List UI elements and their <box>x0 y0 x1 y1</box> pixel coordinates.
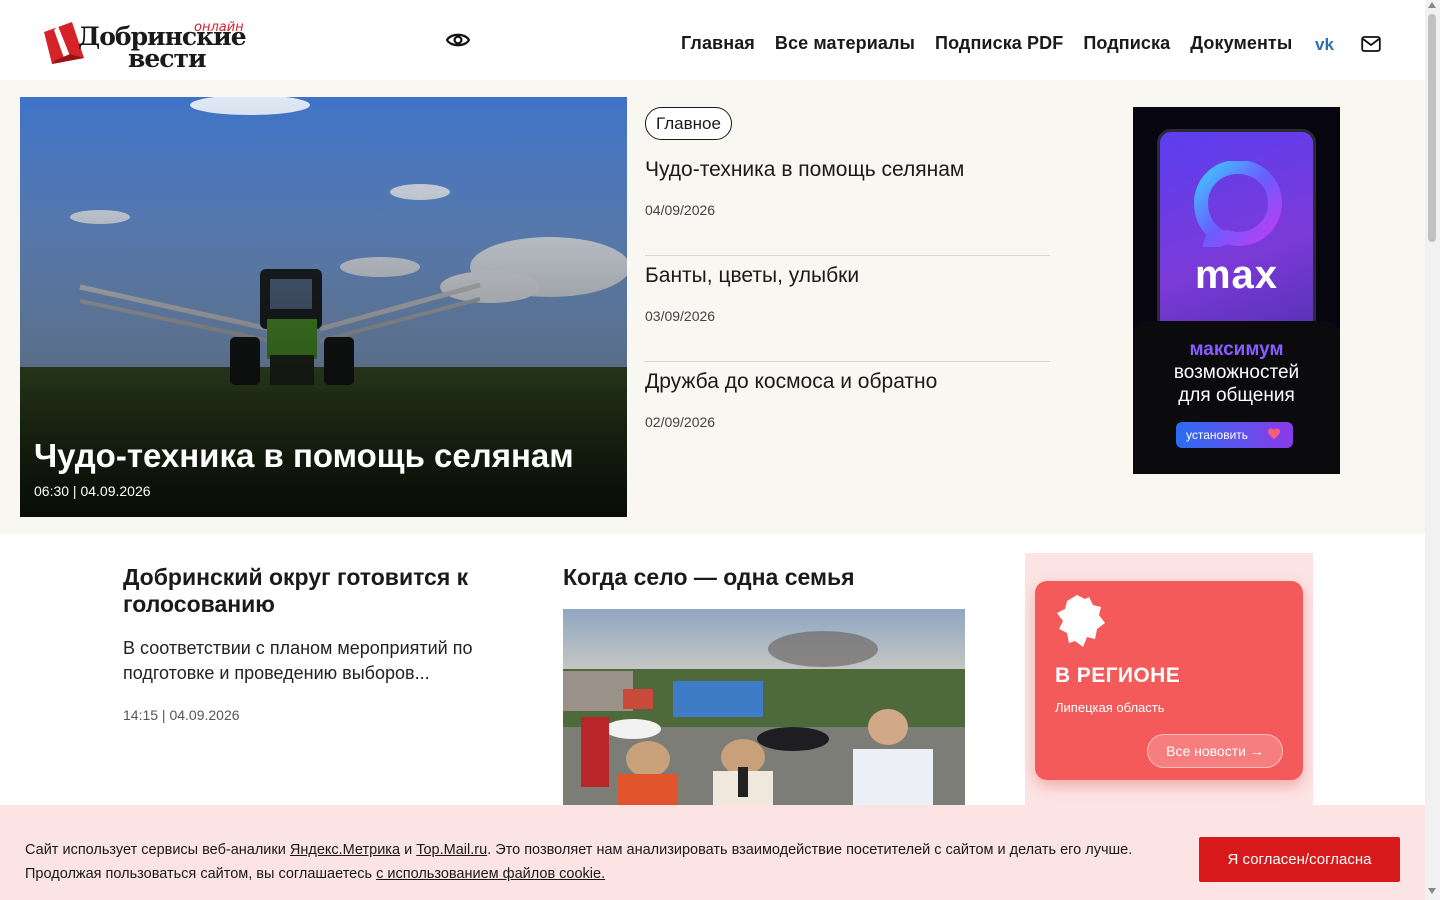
nav-item-home[interactable]: Главная <box>681 33 755 54</box>
logo-line2: вести <box>128 44 207 73</box>
card1-meta: 14:15 | 04.09.2026 <box>123 707 240 723</box>
cookie-link-topmail[interactable]: Top.Mail.ru <box>416 842 487 858</box>
cookie-text: Сайт использует сервисы веб-аналики Янде… <box>25 838 1185 886</box>
eye-icon[interactable] <box>446 30 470 50</box>
nav-item-pdf-subscription[interactable]: Подписка PDF <box>935 33 1063 54</box>
hero-meta: 06:30 | 04.09.2026 <box>34 483 151 499</box>
heart-icon <box>1268 428 1280 439</box>
nav-item-documents[interactable]: Документы <box>1190 33 1292 54</box>
news-date: 04/09/2026 <box>645 202 716 218</box>
ad-line2b: для общения <box>1178 385 1295 406</box>
card2-image[interactable] <box>563 609 965 805</box>
news-title[interactable]: Дружба до космоса и обратно <box>645 370 937 394</box>
ad-install-label: установить <box>1186 428 1249 442</box>
cookie-text-and: и <box>400 842 417 858</box>
cookie-accept-button[interactable]: Я согласен/согласна <box>1199 837 1400 882</box>
list-item[interactable]: Чудо-техника в помощь селянам 04/09/2026 <box>645 150 1050 256</box>
nav-item-all-materials[interactable]: Все материалы <box>775 33 915 54</box>
ad-line2a: возможностей <box>1173 362 1300 383</box>
hero-article[interactable]: Чудо-техника в помощь селянам 06:30 | 04… <box>20 97 627 517</box>
region-title: В РЕГИОНЕ <box>1055 664 1181 687</box>
card1-title[interactable]: Добринский округ готовится к голосованию <box>123 564 523 618</box>
scroll-up-arrow-icon[interactable] <box>1428 2 1436 8</box>
region-all-news-button[interactable]: Все новости → <box>1147 734 1283 768</box>
scroll-down-arrow-icon[interactable] <box>1428 888 1436 894</box>
list-item[interactable]: Дружба до космоса и обратно 02/09/2026 <box>645 362 1050 468</box>
cookie-text-before: Сайт использует сервисы веб-аналики <box>25 842 290 858</box>
cookie-text-line2: Продолжая пользоваться сайтом, вы соглаш… <box>25 866 377 882</box>
region-subtitle: Липецкая область <box>1055 700 1165 715</box>
card2-title[interactable]: Когда село — одна семья <box>563 564 965 591</box>
cookie-text-after: . Это позволяет нам анализировать взаимо… <box>487 842 1133 858</box>
list-item[interactable]: Банты, цветы, улыбки 03/09/2026 <box>645 256 1050 362</box>
max-logo-icon <box>1193 161 1283 247</box>
cookie-link-policy[interactable]: с использованием файлов cookie. <box>376 866 605 882</box>
main-nav: Главная Все материалы Подписка PDF Подпи… <box>681 33 1312 54</box>
nav-item-subscription[interactable]: Подписка <box>1083 33 1170 54</box>
card1-text: В соответствии с планом мероприятий по п… <box>123 638 473 683</box>
card2-photo <box>563 609 965 805</box>
news-title[interactable]: Чудо-техника в помощь селянам <box>645 158 964 182</box>
hero-title[interactable]: Чудо-техника в помощь селянам <box>34 437 574 475</box>
ad-line2: возможностей для общения <box>1133 361 1340 407</box>
ad-banner[interactable]: max максимум возможностей для общения ус… <box>1133 107 1340 474</box>
scrollbar-thumb[interactable] <box>1428 14 1436 242</box>
news-title[interactable]: Банты, цветы, улыбки <box>645 264 859 288</box>
site-header: онлайн Добринские вести Главная Все мате… <box>0 0 1425 80</box>
news-date: 03/09/2026 <box>645 308 716 324</box>
vk-icon[interactable]: vk <box>1315 34 1339 54</box>
region-map-icon <box>1057 595 1105 647</box>
svg-text:vk: vk <box>1315 35 1334 54</box>
news-date: 02/09/2026 <box>645 414 716 430</box>
ad-brand: max <box>1194 253 1279 297</box>
ad-install-button[interactable]: установить <box>1176 422 1293 448</box>
main-news-list: Чудо-техника в помощь селянам 04/09/2026… <box>645 150 1050 468</box>
ad-line1: максимум <box>1189 339 1284 360</box>
site-logo[interactable]: онлайн Добринские вести <box>42 18 247 74</box>
main-news-tag[interactable]: Главное <box>645 107 732 140</box>
cookie-link-yandex[interactable]: Яндекс.Метрика <box>290 842 400 858</box>
mail-icon[interactable] <box>1361 35 1381 53</box>
